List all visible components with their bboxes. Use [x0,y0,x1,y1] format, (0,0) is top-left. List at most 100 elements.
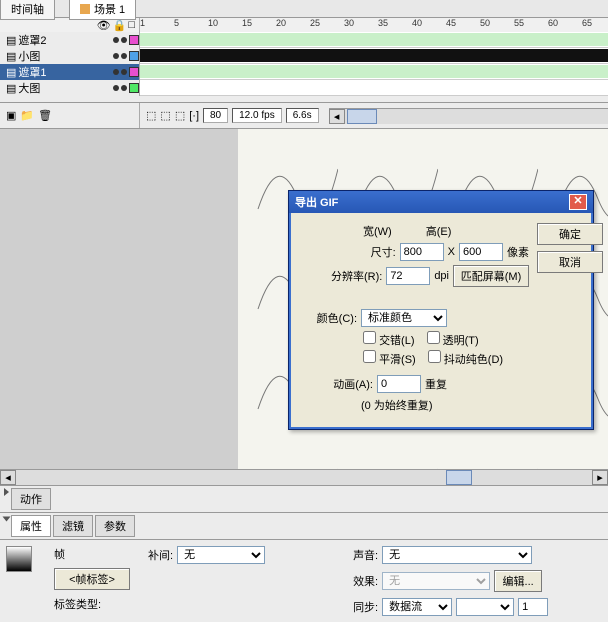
resolution-label: 分辨率(R): [326,268,382,284]
lock-dot[interactable] [121,85,127,91]
close-icon[interactable]: ✕ [569,194,587,210]
lock-dot[interactable] [121,69,127,75]
tab-scene[interactable]: 场景 1 [69,0,136,20]
interlace-checkbox[interactable]: 交错(L) [363,331,415,348]
label-type-label: 标签类型: [54,596,101,612]
stage-pasteboard [0,129,238,469]
edit-multi-icon[interactable]: ⬚ [175,109,185,122]
bottom-panel: 动作 属性 滤镜 参数 帧 <帧标签> 标签类型: 补间: 无 声音: 无 [0,485,608,622]
sync-repeat-select[interactable] [456,598,514,616]
time-display: 6.6s [286,108,319,123]
animation-label: 动画(A): [317,376,373,392]
height-input[interactable] [459,243,503,261]
color-swatch[interactable] [129,51,139,61]
layer-row[interactable]: ▤小图 [0,48,608,64]
tab-actions[interactable]: 动作 [11,488,51,510]
layer-row[interactable]: ▤大图 [0,80,608,96]
lock-icon[interactable]: 🔒 [113,19,127,32]
animation-input[interactable] [377,375,421,393]
frame-number: 80 [203,108,228,123]
size-label: 尺寸: [340,244,396,260]
timeline-panel: 👁 🔒 □ 1510152025303540455055606570 ▤遮罩2▤… [0,18,608,129]
frame-label: 帧 [54,546,65,562]
layer-icon: ▤ [6,66,16,79]
color-swatch[interactable] [129,35,139,45]
layer-track[interactable] [140,64,608,80]
dialog-title-text: 导出 GIF [295,194,338,210]
edit-button[interactable]: 编辑... [494,570,542,592]
eye-icon[interactable]: 👁 [97,19,111,32]
outline-icon[interactable]: □ [128,19,135,31]
color-swatch[interactable] [129,83,139,93]
tab-params[interactable]: 参数 [95,515,135,537]
top-tabs: 时间轴 场景 1 [0,0,608,18]
dpi-label: dpi [434,270,449,282]
match-screen-button[interactable]: 匹配屏幕(M) [453,265,529,287]
sound-label: 声音: [353,547,378,563]
layer-name: 大图 [18,80,111,96]
pixels-label: 像素 [507,244,529,260]
layer-header-controls: 👁 🔒 □ [0,18,140,32]
color-select[interactable]: 标准颜色 [361,309,447,327]
visibility-dot[interactable] [113,69,119,75]
tween-label: 补间: [148,547,173,563]
expand-icon[interactable] [3,517,11,522]
onion-range-icon[interactable]: ⬚ [160,109,170,122]
visibility-dot[interactable] [113,37,119,43]
effect-label: 效果: [353,573,378,589]
tab-filters[interactable]: 滤镜 [53,515,93,537]
layer-icon: ▤ [6,82,16,95]
export-gif-dialog: 导出 GIF ✕ 宽(W) 高(E) 尺寸: X 像素 分辨率(R): dpi … [288,190,594,430]
frame-label-button[interactable]: <帧标签> [54,568,130,590]
sync-label: 同步: [353,599,378,615]
dialog-titlebar[interactable]: 导出 GIF ✕ [289,191,593,213]
add-folder-icon[interactable]: 📁 [20,109,34,122]
layer-row[interactable]: ▤遮罩2 [0,32,608,48]
onion-icon[interactable]: ⬚ [146,109,156,122]
layer-name: 遮罩1 [18,64,111,80]
delete-layer-icon[interactable]: 🗑 [38,109,52,122]
width-input[interactable] [400,243,444,261]
dither-checkbox[interactable]: 抖动纯色(D) [428,350,503,367]
lock-dot[interactable] [121,37,127,43]
width-label: 宽(W) [363,223,392,239]
sync-select[interactable]: 数据流 [382,598,452,616]
visibility-dot[interactable] [113,85,119,91]
smooth-checkbox[interactable]: 平滑(S) [363,350,416,367]
layer-track[interactable] [140,80,608,96]
stage-h-scrollbar[interactable]: ◂ ▸ [0,469,608,485]
by-label: X [448,246,455,258]
sync-count-input[interactable] [518,598,548,616]
timeline-scrollbar[interactable]: ◂ [329,108,608,124]
frame-preview [6,546,32,572]
color-swatch[interactable] [129,67,139,77]
tab-timeline[interactable]: 时间轴 [0,0,55,20]
layer-track[interactable] [140,32,608,48]
transparent-checkbox[interactable]: 透明(T) [427,331,479,348]
expand-icon[interactable] [4,488,9,496]
layer-footer-buttons: ▣ 📁 🗑 [0,103,140,128]
tab-properties[interactable]: 属性 [11,515,51,537]
add-layer-icon[interactable]: ▣ [6,109,16,122]
tween-select[interactable]: 无 [177,546,265,564]
lock-dot[interactable] [121,53,127,59]
cancel-button[interactable]: 取消 [537,251,603,273]
note-label: (0 为始终重复) [361,397,433,413]
timeline-ruler[interactable]: 1510152025303540455055606570 [140,18,608,32]
fps-display: 12.0 fps [232,108,282,123]
layer-name: 遮罩2 [18,32,111,48]
dpi-input[interactable] [386,267,430,285]
center-icon[interactable]: [·] [189,110,199,122]
layer-icon: ▤ [6,34,16,47]
effect-select[interactable]: 无 [382,572,490,590]
layer-row[interactable]: ▤遮罩1 [0,64,608,80]
scene-icon [80,4,90,14]
sound-select[interactable]: 无 [382,546,532,564]
visibility-dot[interactable] [113,53,119,59]
layer-track[interactable] [140,48,608,64]
height-label: 高(E) [426,223,452,239]
layer-icon: ▤ [6,50,16,63]
ok-button[interactable]: 确定 [537,223,603,245]
repeat-label: 重复 [425,376,447,392]
layer-name: 小图 [18,48,111,64]
